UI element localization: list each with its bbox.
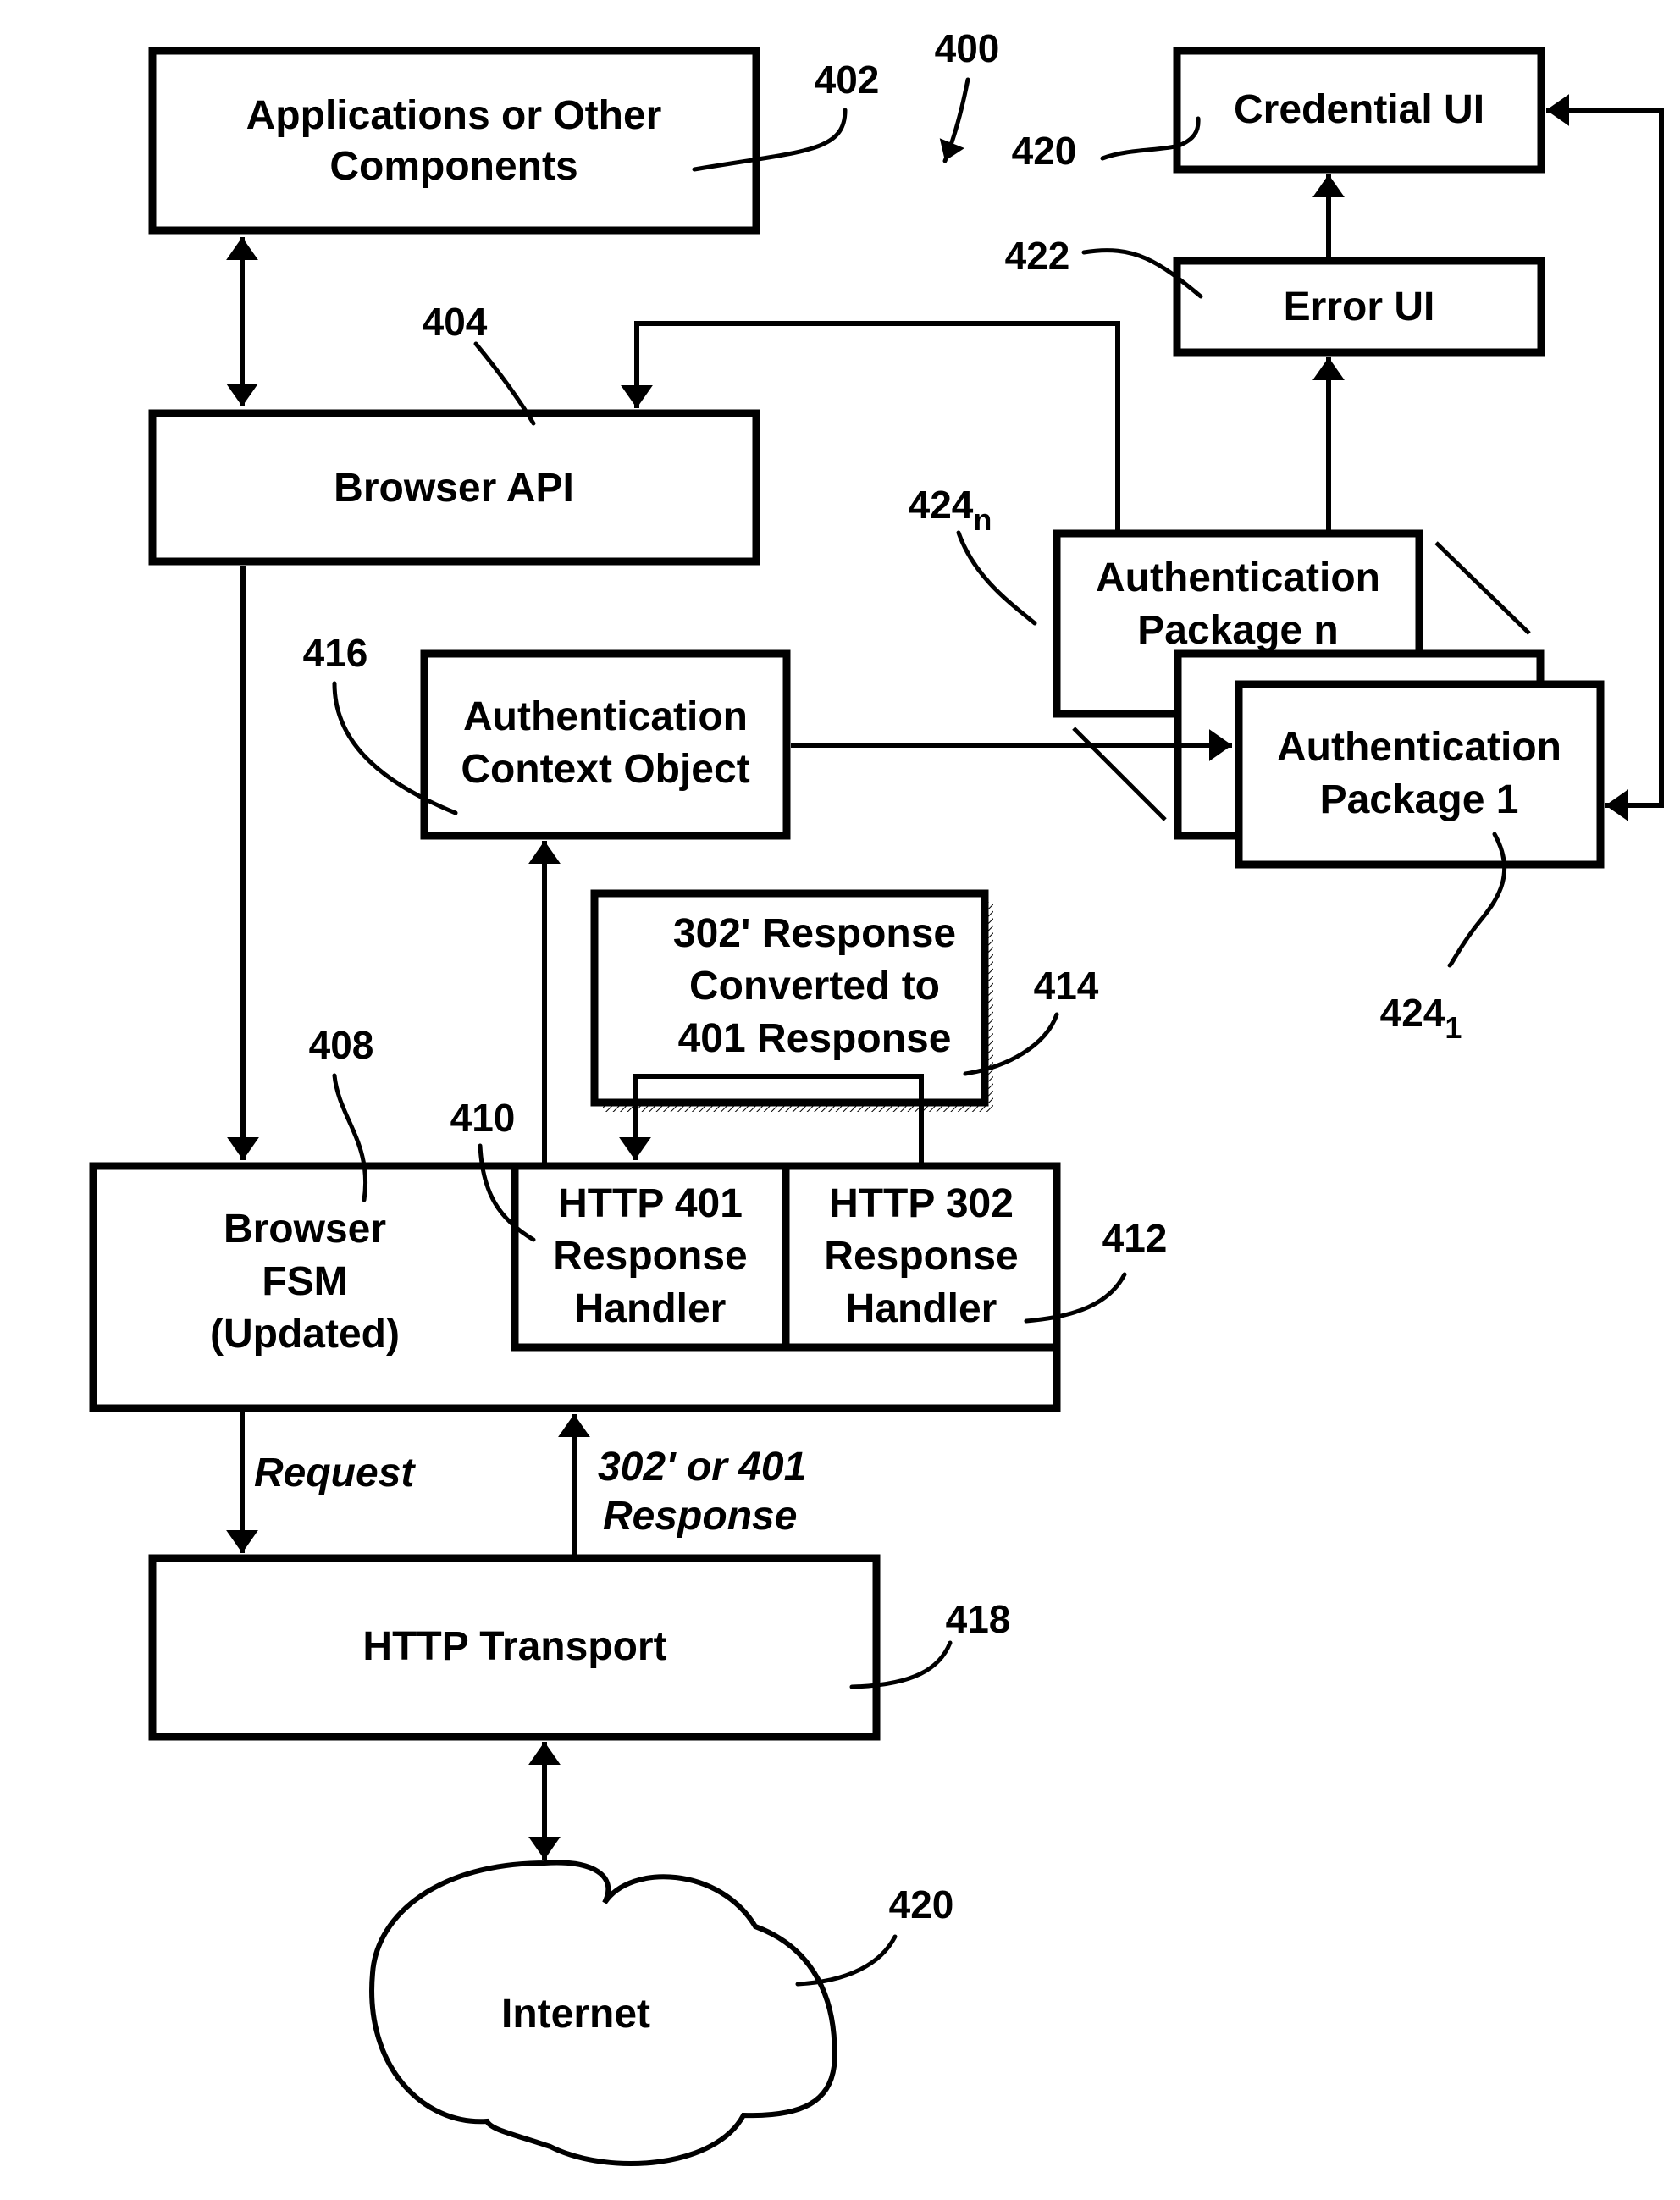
- ref-424n: 424n: [909, 483, 992, 537]
- leader-424n: [956, 530, 1037, 626]
- ref-420-internet: 420: [889, 1882, 954, 1926]
- converted-response-line1: 302' Response: [673, 911, 956, 956]
- auth-package-1-line1: Authentication: [1277, 725, 1561, 770]
- handler-401-line1: HTTP 401: [558, 1181, 743, 1226]
- stack-ellipsis-line-bottom: [1072, 727, 1167, 821]
- error-ui-box[interactable]: Error UI: [1173, 257, 1545, 357]
- http-transport-box[interactable]: HTTP Transport: [148, 1554, 881, 1741]
- http-401-handler-box[interactable]: HTTP 401 Response Handler: [511, 1162, 790, 1352]
- ref-412: 412: [1102, 1216, 1168, 1260]
- ref-404: 404: [423, 300, 488, 344]
- browser-fsm-line3: (Updated): [210, 1312, 400, 1357]
- internet-cloud[interactable]: Internet: [369, 1860, 837, 2166]
- converted-response-line3: 401 Response: [678, 1016, 952, 1061]
- auth-package-1-line2: Package 1: [1320, 777, 1519, 822]
- browser-api-label: Browser API: [334, 466, 574, 511]
- ref-410: 410: [450, 1096, 516, 1140]
- applications-label-line1: Applications or Other: [246, 93, 662, 138]
- http-transport-label: HTTP Transport: [362, 1624, 666, 1669]
- applications-label-line2: Components: [329, 144, 578, 189]
- handler-302-line3: Handler: [846, 1286, 998, 1331]
- handler-401-line2: Response: [553, 1234, 747, 1279]
- figure-ref-arrow: [939, 77, 970, 163]
- credential-ui-label: Credential UI: [1234, 87, 1484, 132]
- ref-424-1: 4241: [1380, 991, 1462, 1045]
- ref-420-credential: 420: [1012, 129, 1077, 173]
- converted-response-line2: Converted to: [689, 964, 940, 1009]
- credential-ui-box[interactable]: Credential UI: [1173, 47, 1545, 174]
- authentication-architecture-diagram: 400 Applications or Other Components 402…: [89, 26, 1664, 2166]
- auth-context-line1: Authentication: [463, 694, 748, 739]
- stack-ellipsis-line-top: [1434, 541, 1531, 635]
- auth-context-line2: Context Object: [461, 747, 749, 792]
- browser-api-box[interactable]: Browser API: [148, 409, 760, 566]
- ref-408: 408: [309, 1023, 374, 1067]
- ref-418: 418: [946, 1597, 1011, 1641]
- handler-302-line2: Response: [824, 1234, 1018, 1279]
- auth-package-n-line1: Authentication: [1096, 556, 1380, 600]
- browser-fsm-line1: Browser: [224, 1207, 386, 1252]
- converted-response-box[interactable]: 302' Response Converted to 401 Response: [590, 889, 993, 1112]
- auth-package-1-box[interactable]: Authentication Package 1: [1235, 680, 1605, 869]
- figure-ref-400: 400: [935, 26, 1000, 70]
- http-302-handler-box[interactable]: HTTP 302 Response Handler: [782, 1162, 1061, 1352]
- ref-416: 416: [303, 631, 368, 675]
- ref-422: 422: [1005, 234, 1070, 278]
- response-label-line1: 302' or 401: [598, 1445, 806, 1490]
- response-label-line2: Response: [603, 1494, 797, 1539]
- browser-fsm-line2: FSM: [262, 1259, 347, 1304]
- applications-box[interactable]: Applications or Other Components: [148, 47, 760, 235]
- ref-414: 414: [1034, 964, 1099, 1008]
- request-label: Request: [254, 1451, 416, 1495]
- handler-401-line3: Handler: [575, 1286, 727, 1331]
- auth-package-n-line2: Package n: [1137, 608, 1338, 653]
- auth-context-object-box[interactable]: Authentication Context Object: [420, 649, 791, 840]
- error-ui-label: Error UI: [1284, 285, 1435, 329]
- ref-402: 402: [815, 58, 880, 102]
- handler-302-line1: HTTP 302: [829, 1181, 1014, 1226]
- internet-label: Internet: [501, 1992, 650, 2037]
